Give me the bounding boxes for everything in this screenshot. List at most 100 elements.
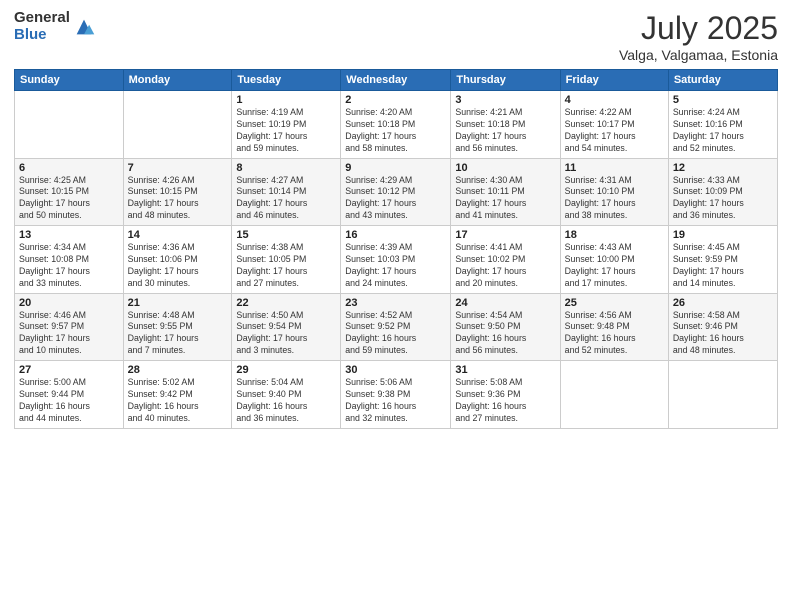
day-number: 15: [236, 229, 336, 241]
day-info: Sunrise: 4:39 AM Sunset: 10:03 PM Daylig…: [345, 242, 446, 290]
day-info: Sunrise: 4:52 AM Sunset: 9:52 PM Dayligh…: [345, 310, 446, 358]
calendar-table: SundayMondayTuesdayWednesdayThursdayFrid…: [14, 69, 778, 429]
day-info: Sunrise: 5:00 AM Sunset: 9:44 PM Dayligh…: [19, 377, 119, 425]
day-number: 6: [19, 162, 119, 174]
day-number: 3: [455, 94, 555, 106]
day-info: Sunrise: 4:41 AM Sunset: 10:02 PM Daylig…: [455, 242, 555, 290]
day-info: Sunrise: 4:30 AM Sunset: 10:11 PM Daylig…: [455, 175, 555, 223]
day-cell: [15, 91, 124, 159]
day-info: Sunrise: 5:02 AM Sunset: 9:42 PM Dayligh…: [128, 377, 228, 425]
day-info: Sunrise: 4:29 AM Sunset: 10:12 PM Daylig…: [345, 175, 446, 223]
day-info: Sunrise: 4:56 AM Sunset: 9:48 PM Dayligh…: [565, 310, 664, 358]
day-cell: 26Sunrise: 4:58 AM Sunset: 9:46 PM Dayli…: [668, 293, 777, 361]
day-number: 28: [128, 364, 228, 376]
month-title: July 2025: [619, 10, 778, 47]
col-header-sunday: Sunday: [15, 70, 124, 91]
day-info: Sunrise: 4:19 AM Sunset: 10:19 PM Daylig…: [236, 107, 336, 155]
logo-icon: [73, 16, 95, 38]
day-cell: 27Sunrise: 5:00 AM Sunset: 9:44 PM Dayli…: [15, 361, 124, 429]
day-info: Sunrise: 4:38 AM Sunset: 10:05 PM Daylig…: [236, 242, 336, 290]
day-cell: 29Sunrise: 5:04 AM Sunset: 9:40 PM Dayli…: [232, 361, 341, 429]
day-cell: 25Sunrise: 4:56 AM Sunset: 9:48 PM Dayli…: [560, 293, 668, 361]
day-cell: [668, 361, 777, 429]
day-info: Sunrise: 4:58 AM Sunset: 9:46 PM Dayligh…: [673, 310, 773, 358]
day-info: Sunrise: 4:25 AM Sunset: 10:15 PM Daylig…: [19, 175, 119, 223]
header-row: SundayMondayTuesdayWednesdayThursdayFrid…: [15, 70, 778, 91]
day-number: 11: [565, 162, 664, 174]
day-cell: 9Sunrise: 4:29 AM Sunset: 10:12 PM Dayli…: [341, 158, 451, 226]
day-cell: 28Sunrise: 5:02 AM Sunset: 9:42 PM Dayli…: [123, 361, 232, 429]
day-cell: 21Sunrise: 4:48 AM Sunset: 9:55 PM Dayli…: [123, 293, 232, 361]
title-block: July 2025 Valga, Valgamaa, Estonia: [619, 10, 778, 63]
day-info: Sunrise: 4:48 AM Sunset: 9:55 PM Dayligh…: [128, 310, 228, 358]
week-row-4: 20Sunrise: 4:46 AM Sunset: 9:57 PM Dayli…: [15, 293, 778, 361]
day-info: Sunrise: 4:20 AM Sunset: 10:18 PM Daylig…: [345, 107, 446, 155]
logo: General Blue: [14, 10, 95, 43]
day-number: 9: [345, 162, 446, 174]
week-row-1: 1Sunrise: 4:19 AM Sunset: 10:19 PM Dayli…: [15, 91, 778, 159]
day-cell: 4Sunrise: 4:22 AM Sunset: 10:17 PM Dayli…: [560, 91, 668, 159]
col-header-thursday: Thursday: [451, 70, 560, 91]
day-number: 25: [565, 297, 664, 309]
header: General Blue July 2025 Valga, Valgamaa, …: [14, 10, 778, 63]
day-cell: 24Sunrise: 4:54 AM Sunset: 9:50 PM Dayli…: [451, 293, 560, 361]
day-number: 26: [673, 297, 773, 309]
day-cell: 19Sunrise: 4:45 AM Sunset: 9:59 PM Dayli…: [668, 226, 777, 294]
day-cell: 13Sunrise: 4:34 AM Sunset: 10:08 PM Dayl…: [15, 226, 124, 294]
day-cell: 14Sunrise: 4:36 AM Sunset: 10:06 PM Dayl…: [123, 226, 232, 294]
day-cell: 3Sunrise: 4:21 AM Sunset: 10:18 PM Dayli…: [451, 91, 560, 159]
day-number: 27: [19, 364, 119, 376]
day-info: Sunrise: 4:27 AM Sunset: 10:14 PM Daylig…: [236, 175, 336, 223]
day-info: Sunrise: 4:22 AM Sunset: 10:17 PM Daylig…: [565, 107, 664, 155]
day-cell: 18Sunrise: 4:43 AM Sunset: 10:00 PM Dayl…: [560, 226, 668, 294]
day-number: 21: [128, 297, 228, 309]
day-info: Sunrise: 4:26 AM Sunset: 10:15 PM Daylig…: [128, 175, 228, 223]
col-header-wednesday: Wednesday: [341, 70, 451, 91]
day-cell: 1Sunrise: 4:19 AM Sunset: 10:19 PM Dayli…: [232, 91, 341, 159]
day-number: 2: [345, 94, 446, 106]
day-number: 24: [455, 297, 555, 309]
week-row-2: 6Sunrise: 4:25 AM Sunset: 10:15 PM Dayli…: [15, 158, 778, 226]
day-info: Sunrise: 5:04 AM Sunset: 9:40 PM Dayligh…: [236, 377, 336, 425]
col-header-monday: Monday: [123, 70, 232, 91]
day-cell: 11Sunrise: 4:31 AM Sunset: 10:10 PM Dayl…: [560, 158, 668, 226]
week-row-5: 27Sunrise: 5:00 AM Sunset: 9:44 PM Dayli…: [15, 361, 778, 429]
col-header-friday: Friday: [560, 70, 668, 91]
day-number: 14: [128, 229, 228, 241]
day-info: Sunrise: 4:54 AM Sunset: 9:50 PM Dayligh…: [455, 310, 555, 358]
day-number: 19: [673, 229, 773, 241]
day-number: 5: [673, 94, 773, 106]
day-number: 22: [236, 297, 336, 309]
subtitle: Valga, Valgamaa, Estonia: [619, 47, 778, 63]
day-number: 16: [345, 229, 446, 241]
day-cell: 5Sunrise: 4:24 AM Sunset: 10:16 PM Dayli…: [668, 91, 777, 159]
day-info: Sunrise: 5:06 AM Sunset: 9:38 PM Dayligh…: [345, 377, 446, 425]
day-cell: 30Sunrise: 5:06 AM Sunset: 9:38 PM Dayli…: [341, 361, 451, 429]
calendar-page: General Blue July 2025 Valga, Valgamaa, …: [0, 0, 792, 612]
day-cell: [123, 91, 232, 159]
day-cell: 2Sunrise: 4:20 AM Sunset: 10:18 PM Dayli…: [341, 91, 451, 159]
day-info: Sunrise: 4:46 AM Sunset: 9:57 PM Dayligh…: [19, 310, 119, 358]
day-info: Sunrise: 4:34 AM Sunset: 10:08 PM Daylig…: [19, 242, 119, 290]
day-number: 10: [455, 162, 555, 174]
day-cell: 15Sunrise: 4:38 AM Sunset: 10:05 PM Dayl…: [232, 226, 341, 294]
day-number: 23: [345, 297, 446, 309]
day-cell: 10Sunrise: 4:30 AM Sunset: 10:11 PM Dayl…: [451, 158, 560, 226]
logo-blue-text: Blue: [14, 27, 70, 44]
day-info: Sunrise: 4:43 AM Sunset: 10:00 PM Daylig…: [565, 242, 664, 290]
week-row-3: 13Sunrise: 4:34 AM Sunset: 10:08 PM Dayl…: [15, 226, 778, 294]
day-info: Sunrise: 4:31 AM Sunset: 10:10 PM Daylig…: [565, 175, 664, 223]
logo-general-text: General: [14, 10, 70, 27]
day-info: Sunrise: 4:33 AM Sunset: 10:09 PM Daylig…: [673, 175, 773, 223]
col-header-tuesday: Tuesday: [232, 70, 341, 91]
day-number: 31: [455, 364, 555, 376]
day-info: Sunrise: 4:24 AM Sunset: 10:16 PM Daylig…: [673, 107, 773, 155]
day-cell: 22Sunrise: 4:50 AM Sunset: 9:54 PM Dayli…: [232, 293, 341, 361]
day-cell: 16Sunrise: 4:39 AM Sunset: 10:03 PM Dayl…: [341, 226, 451, 294]
day-cell: 12Sunrise: 4:33 AM Sunset: 10:09 PM Dayl…: [668, 158, 777, 226]
day-number: 4: [565, 94, 664, 106]
day-number: 29: [236, 364, 336, 376]
day-number: 7: [128, 162, 228, 174]
day-cell: 23Sunrise: 4:52 AM Sunset: 9:52 PM Dayli…: [341, 293, 451, 361]
col-header-saturday: Saturday: [668, 70, 777, 91]
